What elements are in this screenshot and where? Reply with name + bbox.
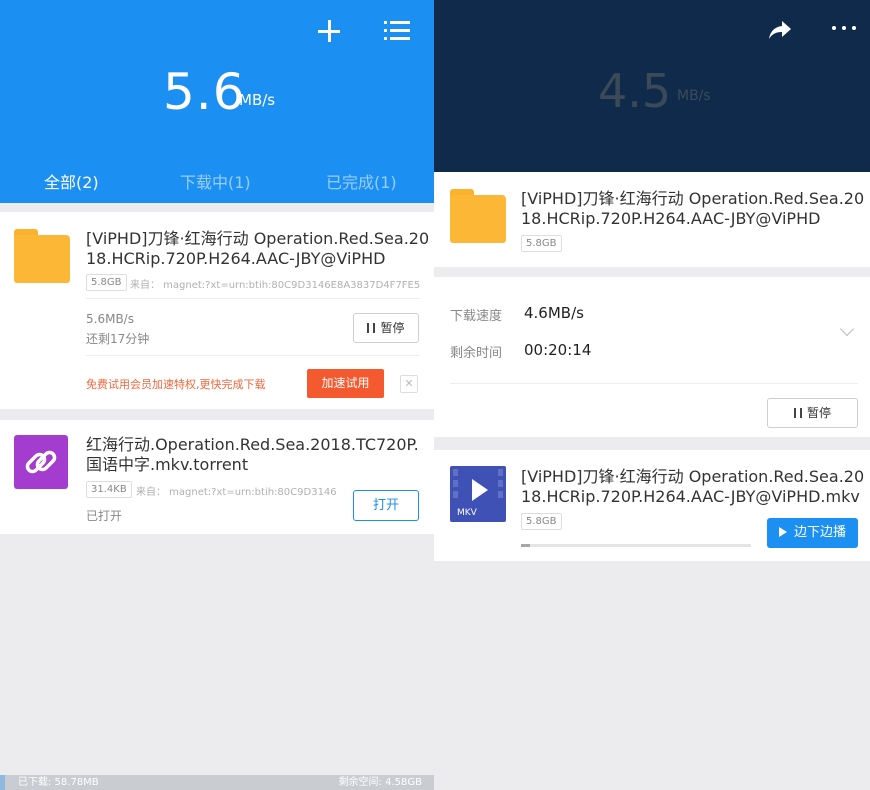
detail-speed-unit: MB/s (677, 88, 711, 104)
tab-downloading[interactable]: 下载中(1) (180, 172, 251, 194)
speed-header: 5.6 MB/s 全部(2) 下载中(1) 已完成(1) (0, 0, 434, 203)
folder-icon (14, 229, 70, 283)
remaining-time: 还剩17分钟 (86, 332, 150, 346)
list-icon[interactable] (384, 20, 410, 42)
divider (450, 383, 858, 384)
task-title-line2: 18.HCRip.720P.H264.AAC-JBY@ViPHD (86, 249, 386, 268)
detail-header: 4.5 MB/s (434, 0, 870, 172)
plus-icon[interactable] (316, 18, 342, 44)
video-file-icon: MKV (450, 466, 506, 522)
pause-icon (793, 408, 802, 418)
task-card-completed[interactable]: 红海行动.Operation.Red.Sea.2018.TC720P. 国语中字… (0, 420, 434, 534)
torrent-title-line1: 红海行动.Operation.Red.Sea.2018.TC720P. (86, 435, 419, 454)
task-status: 已打开 (86, 509, 123, 523)
downloaded-amount: 已下载: 58.78MB (18, 777, 99, 788)
storage-used-fill (0, 775, 6, 790)
share-icon[interactable] (767, 18, 793, 42)
total-speed-value: 5.6 (163, 63, 246, 121)
close-icon[interactable]: ✕ (400, 375, 418, 393)
detail-speed-value: 4.5 (598, 64, 672, 118)
accelerate-trial-button[interactable]: 加速试用 (307, 369, 384, 398)
task-title-line2: 18.HCRip.720P.H264.AAC-JBY@ViPHD (521, 209, 821, 228)
size-badge: 5.8GB (86, 274, 127, 291)
pause-button-label: 暂停 (806, 406, 831, 420)
link-icon (14, 435, 68, 489)
remaining-time-label: 剩余时间 (450, 346, 503, 361)
divider (86, 298, 420, 299)
play-while-downloading-button[interactable]: 边下边播 (767, 518, 858, 548)
task-speed: 5.6MB/s (86, 312, 134, 326)
size-badge: 31.4KB (86, 481, 132, 498)
play-button-label: 边下边播 (793, 525, 846, 540)
open-button[interactable]: 打开 (353, 490, 419, 521)
file-progress-bar (521, 544, 751, 547)
file-title-line1: [ViPHD]刀锋·红海行动 Operation.Red.Sea.20 (521, 467, 865, 486)
promo-text: 免费试用会员加速特权,更快完成下载 (86, 378, 266, 391)
more-icon[interactable] (832, 24, 856, 32)
speed-value: 4.6MB/s (524, 304, 584, 322)
tab-completed[interactable]: 已完成(1) (326, 172, 397, 194)
size-badge: 5.8GB (521, 513, 562, 530)
free-space: 剩余空间: 4.58GB (338, 777, 422, 788)
pause-icon (367, 323, 376, 333)
source-link: 来自： magnet:?xt=urn:btih:80C9D3146E8A3837… (130, 280, 420, 291)
storage-bar: 已下载: 58.78MB 剩余空间: 4.58GB (0, 775, 434, 790)
remaining-time-value: 00:20:14 (524, 341, 592, 359)
file-type-label: MKV (457, 508, 477, 518)
play-icon (778, 527, 787, 537)
tab-all[interactable]: 全部(2) (44, 172, 99, 194)
size-badge: 5.8GB (521, 235, 562, 252)
pause-button[interactable]: 暂停 (353, 313, 419, 343)
task-info-card: [ViPHD]刀锋·红海行动 Operation.Red.Sea.20 18.H… (434, 172, 870, 267)
download-details-card: 下载速度 4.6MB/s 剩余时间 00:20:14 暂停 (434, 277, 870, 437)
task-title-line1: [ViPHD]刀锋·红海行动 Operation.Red.Sea.20 (86, 229, 430, 248)
file-card[interactable]: MKV [ViPHD]刀锋·红海行动 Operation.Red.Sea.20 … (434, 450, 870, 561)
divider (86, 355, 420, 356)
left-screen: 5.6 MB/s 全部(2) 下载中(1) 已完成(1) [ViPHD]刀锋·红… (0, 0, 434, 790)
pause-button-label: 暂停 (380, 321, 405, 335)
total-speed-unit: MB/s (239, 91, 276, 109)
file-title-line2: 18.HCRip.720P.H264.AAC-JBY@ViPHD.mkv (521, 487, 860, 506)
speed-label: 下载速度 (450, 309, 503, 324)
torrent-title-line2: 国语中字.mkv.torrent (86, 455, 249, 474)
task-title-line1: [ViPHD]刀锋·红海行动 Operation.Red.Sea.20 (521, 189, 865, 208)
file-progress-fill (521, 544, 531, 547)
pause-button[interactable]: 暂停 (767, 398, 858, 428)
folder-icon (450, 189, 506, 243)
right-screen: 4.5 MB/s [ViPHD]刀锋·红海行动 Operation.Red.Se… (434, 0, 870, 790)
source-link: 来自： magnet:?xt=urn:btih:80C9D3146... (136, 487, 336, 498)
task-card-downloading[interactable]: [ViPHD]刀锋·红海行动 Operation.Red.Sea.20 18.H… (0, 212, 434, 409)
